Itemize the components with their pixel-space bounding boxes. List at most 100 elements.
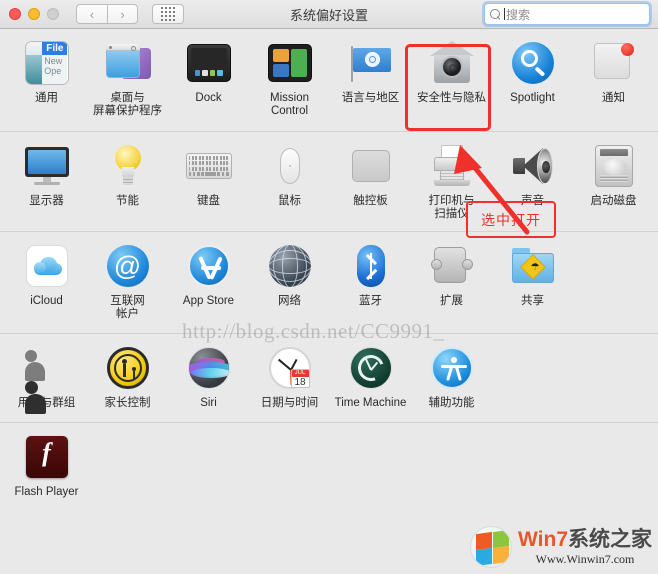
pref-energy-saver[interactable]: 节能 bbox=[87, 132, 168, 221]
site-brand-logo: Win7系统之家 Www.Winwin7.com bbox=[470, 526, 652, 568]
chevron-left-icon: ‹ bbox=[89, 6, 95, 22]
general-icon-open-text: Ope bbox=[44, 66, 62, 77]
accessibility-icon bbox=[428, 344, 476, 392]
pref-desktop-screensaver[interactable]: 桌面与 屏幕保护程序 bbox=[87, 29, 168, 118]
pref-label: 家长控制 bbox=[104, 397, 151, 409]
keyboard-icon bbox=[185, 142, 233, 190]
traffic-light-group bbox=[9, 8, 59, 20]
pref-general[interactable]: File New Ope 通用 bbox=[6, 29, 87, 118]
puzzle-piece-icon bbox=[428, 242, 476, 290]
calendar-day-text: 18 bbox=[294, 377, 306, 388]
pref-sharing[interactable]: ☂ 共享 bbox=[492, 232, 573, 321]
close-button[interactable] bbox=[9, 8, 21, 20]
time-machine-icon bbox=[347, 344, 395, 392]
pref-app-store[interactable]: App Store bbox=[168, 232, 249, 321]
pref-label: 鼠标 bbox=[278, 195, 301, 207]
forward-button[interactable]: › bbox=[107, 4, 138, 24]
pref-trackpad[interactable]: 触控板 bbox=[330, 132, 411, 221]
pref-label: Flash Player bbox=[14, 486, 79, 498]
pref-label: 通用 bbox=[35, 92, 58, 104]
pref-icloud[interactable]: iCloud bbox=[6, 232, 87, 321]
pref-label: 日期与时间 bbox=[260, 397, 319, 409]
display-icon bbox=[23, 142, 71, 190]
chevron-right-icon: › bbox=[120, 6, 125, 22]
pref-label: 桌面与 屏幕保护程序 bbox=[93, 92, 162, 117]
pref-notifications[interactable]: 通知 bbox=[573, 29, 654, 118]
pref-language-region[interactable]: 语言与地区 bbox=[330, 29, 411, 118]
pref-dock[interactable]: Dock bbox=[168, 29, 249, 118]
pref-label: iCloud bbox=[30, 295, 63, 307]
pref-label: Dock bbox=[195, 92, 222, 104]
general-icon-file-text: File bbox=[42, 42, 68, 56]
icloud-icon bbox=[23, 242, 71, 290]
zoom-button[interactable] bbox=[47, 8, 59, 20]
windows-logo-icon bbox=[470, 526, 513, 568]
search-icon bbox=[490, 8, 501, 20]
pref-label: Siri bbox=[200, 397, 217, 409]
pref-internet-accounts[interactable]: @ 互联网 帐户 bbox=[87, 232, 168, 321]
search-container: 搜索 bbox=[484, 3, 650, 25]
flash-player-icon: f bbox=[23, 433, 71, 481]
pref-parental-controls[interactable]: 家长控制 bbox=[87, 334, 168, 410]
pref-label: 语言与地区 bbox=[341, 92, 400, 104]
pref-label: 触控板 bbox=[353, 195, 388, 207]
row-other: f Flash Player bbox=[0, 423, 658, 499]
general-icon: File New Ope bbox=[23, 39, 71, 87]
app-store-icon bbox=[185, 242, 233, 290]
pref-time-machine[interactable]: Time Machine bbox=[330, 334, 411, 410]
pref-extensions[interactable]: 扩展 bbox=[411, 232, 492, 321]
pref-label: 辅助功能 bbox=[428, 397, 475, 409]
pref-label: 显示器 bbox=[29, 195, 64, 207]
pref-label: 安全性与隐私 bbox=[417, 92, 486, 104]
security-privacy-icon bbox=[428, 39, 476, 87]
pref-label: Time Machine bbox=[334, 397, 407, 409]
row-internet: iCloud @ 互联网 帐户 App Store 网络 蓝牙 扩展 ☂ 共享 bbox=[0, 232, 658, 321]
sharing-folder-icon: ☂ bbox=[509, 242, 557, 290]
bluetooth-icon bbox=[347, 242, 395, 290]
language-region-icon bbox=[347, 39, 395, 87]
speaker-icon bbox=[509, 142, 557, 190]
minimize-button[interactable] bbox=[28, 8, 40, 20]
general-icon-new-text: New bbox=[44, 56, 63, 67]
callout-box: 选中打开 bbox=[466, 201, 556, 238]
navigation-button-group: ‹ › bbox=[76, 4, 138, 24]
flash-glyph: f bbox=[42, 438, 51, 467]
spotlight-icon bbox=[509, 39, 557, 87]
pref-date-time[interactable]: JUL 18 日期与时间 bbox=[249, 334, 330, 410]
pref-siri[interactable]: Siri bbox=[168, 334, 249, 410]
pref-spotlight[interactable]: Spotlight bbox=[492, 29, 573, 118]
pref-network[interactable]: 网络 bbox=[249, 232, 330, 321]
back-button[interactable]: ‹ bbox=[76, 4, 107, 24]
pref-users-groups[interactable]: 用户与群组 bbox=[6, 334, 87, 414]
pref-label: 网络 bbox=[278, 295, 301, 307]
show-all-button[interactable] bbox=[152, 4, 184, 24]
harddisk-icon bbox=[590, 142, 638, 190]
pref-accessibility[interactable]: 辅助功能 bbox=[411, 334, 492, 410]
pref-displays[interactable]: 显示器 bbox=[6, 132, 87, 221]
pref-flash-player[interactable]: f Flash Player bbox=[6, 423, 87, 499]
preferences-grid: File New Ope 通用 桌面与 屏幕保护程序 Dock Mission … bbox=[0, 29, 658, 574]
clock-calendar-icon: JUL 18 bbox=[266, 344, 314, 392]
printer-icon bbox=[428, 142, 476, 190]
pref-label: 通知 bbox=[602, 92, 625, 104]
pref-label: 扩展 bbox=[440, 295, 463, 307]
pref-startup-disk[interactable]: 启动磁盘 bbox=[573, 132, 654, 221]
siri-icon bbox=[185, 344, 233, 392]
pref-label: 互联网 帐户 bbox=[110, 295, 145, 320]
dock-icon bbox=[185, 39, 233, 87]
calendar-month-text: JUL bbox=[291, 370, 309, 377]
row-hardware: 显示器 节能 键盘 鼠标 触控板 打印机与 扫描仪 声音 启动磁盘 bbox=[0, 132, 658, 221]
pref-label: 启动磁盘 bbox=[590, 195, 637, 207]
pref-bluetooth[interactable]: 蓝牙 bbox=[330, 232, 411, 321]
pref-mission-control[interactable]: Mission Control bbox=[249, 29, 330, 118]
search-field[interactable]: 搜索 bbox=[484, 3, 650, 25]
search-placeholder: 搜索 bbox=[506, 7, 531, 22]
pref-label: 节能 bbox=[116, 195, 139, 207]
pref-security-privacy[interactable]: 安全性与隐私 bbox=[411, 29, 492, 118]
brand-url: Www.Winwin7.com bbox=[535, 552, 635, 566]
pref-label: Spotlight bbox=[510, 92, 555, 104]
trackpad-icon bbox=[347, 142, 395, 190]
pref-keyboard[interactable]: 键盘 bbox=[168, 132, 249, 221]
pref-mouse[interactable]: 鼠标 bbox=[249, 132, 330, 221]
callout-label: 选中打开 bbox=[481, 211, 541, 228]
